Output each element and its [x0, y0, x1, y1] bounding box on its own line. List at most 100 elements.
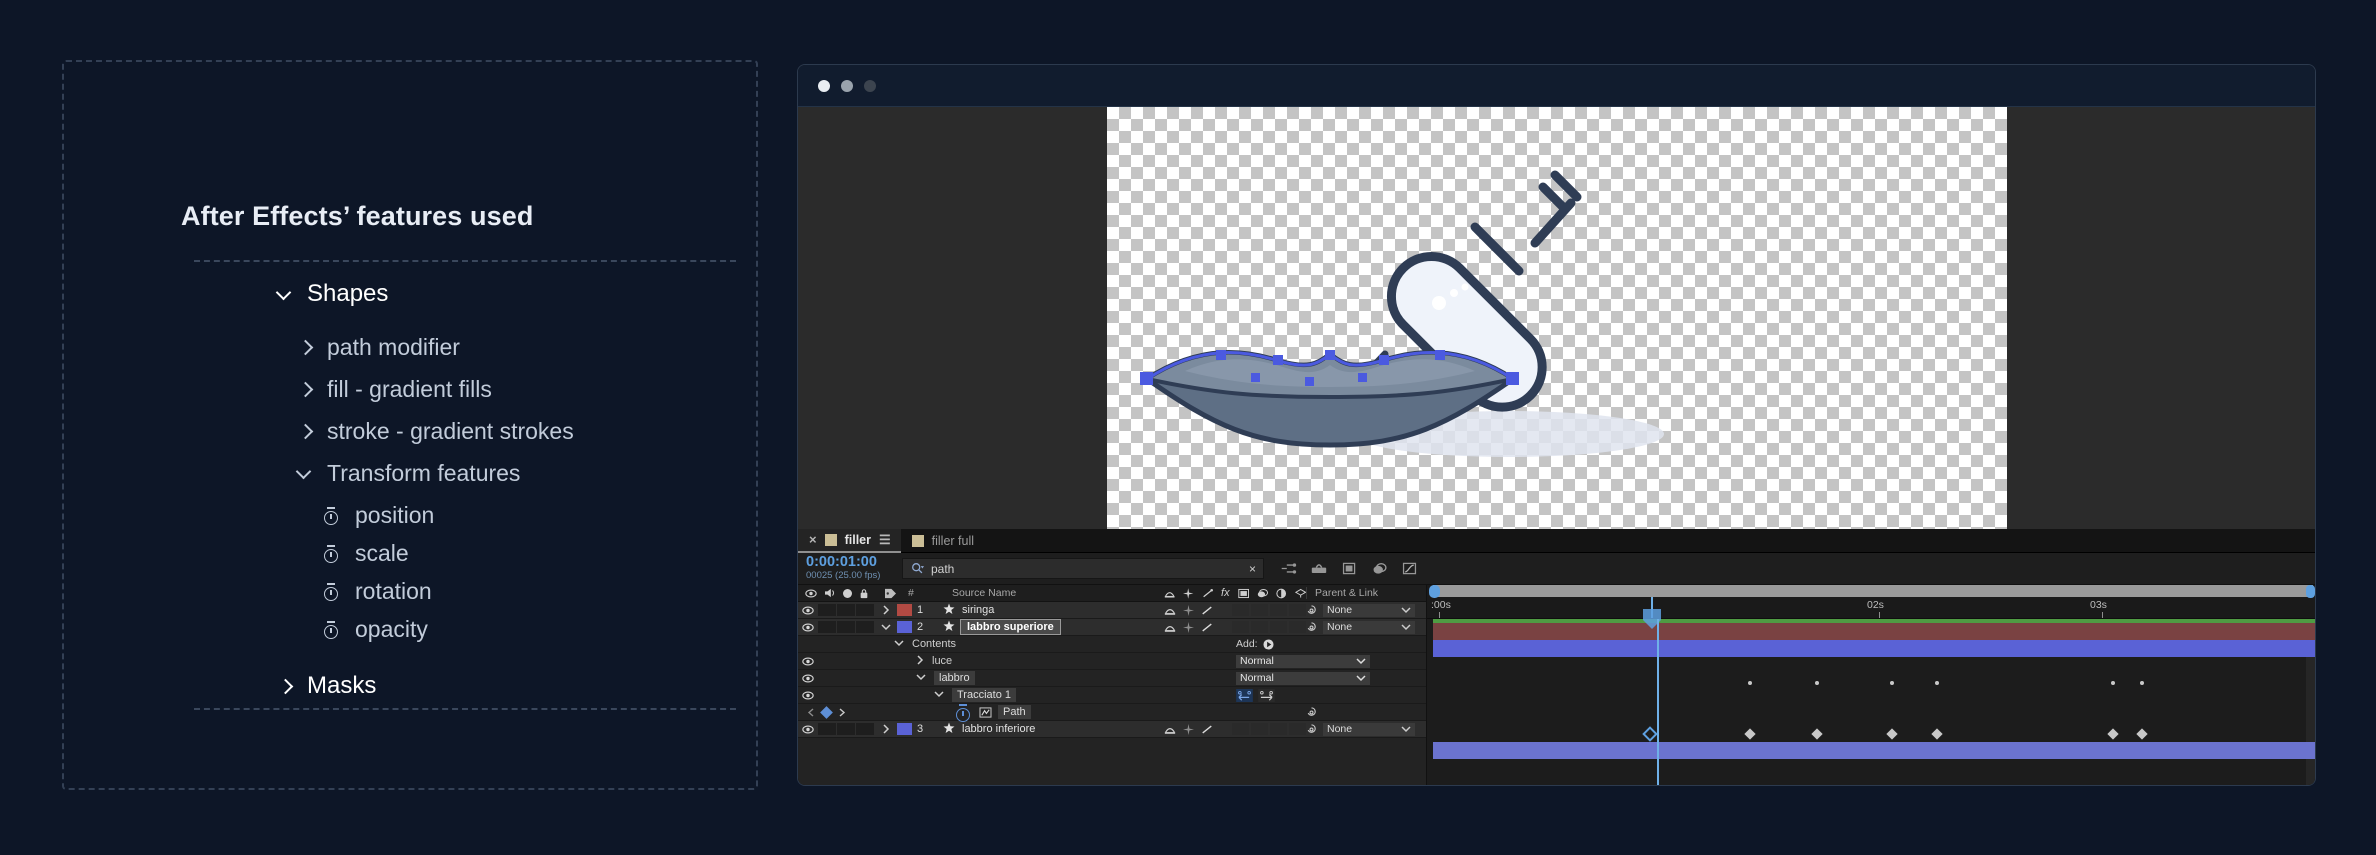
- property-twirl[interactable]: [934, 689, 944, 701]
- stopwatch-icon[interactable]: [322, 506, 341, 525]
- parent-select[interactable]: None: [1323, 604, 1415, 617]
- layer-duration-bar[interactable]: [1433, 640, 2315, 657]
- menu-icon[interactable]: ☰: [879, 532, 890, 548]
- close-icon[interactable]: ×: [809, 532, 817, 547]
- property-visibility-toggle[interactable]: [798, 691, 818, 700]
- lock-toggle[interactable]: [856, 604, 874, 616]
- chevron-down-icon[interactable]: [1356, 674, 1366, 682]
- solo-toggle[interactable]: [837, 723, 855, 735]
- add-control[interactable]: Add:: [1236, 638, 1426, 650]
- tree-item-masks[interactable]: Masks: [276, 672, 376, 700]
- motion-blur-icon[interactable]: [1310, 561, 1328, 576]
- layer-label-color[interactable]: [897, 723, 912, 735]
- layer-duration-bar[interactable]: [1433, 623, 2315, 640]
- keyframe-marker[interactable]: [1811, 728, 1822, 739]
- property-control[interactable]: [1236, 689, 1426, 702]
- pickwhip-icon[interactable]: [1306, 724, 1317, 735]
- layer-row[interactable]: 1siringaNone: [798, 602, 1426, 619]
- composition-canvas[interactable]: [1107, 107, 2007, 529]
- keyframe-marker[interactable]: [1890, 681, 1894, 685]
- pickwhip-icon[interactable]: [1306, 707, 1317, 718]
- blend-mode-select[interactable]: Normal: [1236, 672, 1370, 685]
- keyframe-marker[interactable]: [1744, 728, 1755, 739]
- prev-keyframe-icon[interactable]: [807, 708, 815, 717]
- current-timecode[interactable]: 0:00:01:00 00025 (25.00 fps): [798, 555, 902, 582]
- tree-item-transform-features[interactable]: Transform features: [296, 460, 520, 487]
- chevron-down-icon[interactable]: [296, 465, 313, 482]
- shy-layers-icon[interactable]: [1371, 561, 1388, 576]
- quality-icon[interactable]: [1183, 605, 1194, 616]
- chevron-right-icon[interactable]: [882, 724, 890, 734]
- audio-toggle[interactable]: [818, 621, 836, 633]
- property-row[interactable]: Tracciato 1: [798, 687, 1426, 704]
- layer-visibility-toggle[interactable]: [798, 623, 818, 632]
- lock-toggle[interactable]: [856, 621, 874, 633]
- layer-twirl[interactable]: [875, 724, 897, 734]
- effects-icon[interactable]: [1201, 622, 1213, 633]
- chevron-right-icon[interactable]: [296, 423, 313, 440]
- collapse-transform-icon[interactable]: [1164, 724, 1176, 735]
- chevron-down-icon[interactable]: [1401, 623, 1411, 631]
- stopwatch-icon[interactable]: [322, 582, 341, 601]
- comp-flowchart-icon[interactable]: [1280, 561, 1297, 576]
- search-input[interactable]: path ×: [902, 558, 1264, 579]
- parent-select[interactable]: None: [1323, 621, 1415, 634]
- eye-icon[interactable]: [802, 623, 814, 632]
- work-area-start-handle[interactable]: [1429, 585, 1440, 598]
- solo-toggle[interactable]: [837, 621, 855, 633]
- audio-toggle[interactable]: [818, 723, 836, 735]
- layer-visibility-toggle[interactable]: [798, 725, 818, 734]
- chevron-down-icon[interactable]: [276, 286, 293, 303]
- property-row[interactable]: Path: [798, 704, 1426, 721]
- layer-twirl[interactable]: [875, 623, 897, 631]
- layer-name[interactable]: labbro superiore: [960, 619, 1164, 635]
- property-name-cell[interactable]: luce: [872, 655, 1236, 668]
- layer-name-edit-field[interactable]: labbro superiore: [960, 619, 1061, 635]
- stopwatch-icon[interactable]: [322, 544, 341, 563]
- property-visibility-toggle[interactable]: [798, 674, 818, 683]
- layer-switches[interactable]: [1164, 622, 1232, 633]
- keyframe-marker[interactable]: [1887, 728, 1898, 739]
- solo-toggle[interactable]: [837, 604, 855, 616]
- contents-row[interactable]: ContentsAdd:: [798, 636, 1426, 653]
- layer-parent[interactable]: None: [1306, 604, 1426, 617]
- tree-item-fill-gradient-fills[interactable]: fill - gradient fills: [296, 376, 492, 403]
- property-name-cell[interactable]: Path: [872, 703, 1116, 722]
- layer-parent[interactable]: None: [1306, 621, 1426, 634]
- chevron-right-icon[interactable]: [276, 678, 293, 695]
- layer-visibility-toggle[interactable]: [798, 606, 818, 615]
- property-control[interactable]: Normal: [1236, 655, 1426, 668]
- tree-item-stroke-gradient-strokes[interactable]: stroke - gradient strokes: [296, 418, 574, 445]
- blend-mode-select[interactable]: Normal: [1236, 655, 1370, 668]
- layer-row[interactable]: 2labbro superioreNone: [798, 619, 1426, 636]
- layer-name[interactable]: labbro inferiore: [960, 723, 1164, 735]
- tree-item-scale[interactable]: scale: [322, 540, 409, 567]
- chevron-right-icon[interactable]: [882, 605, 890, 615]
- quality-icon[interactable]: [1183, 622, 1194, 633]
- playhead-ruler[interactable]: [1651, 597, 1653, 618]
- property-name-cell[interactable]: labbro: [872, 671, 1236, 685]
- window-dot-3[interactable]: [864, 80, 876, 92]
- time-ruler[interactable]: :00s 02s 03s: [1427, 585, 2315, 619]
- tree-item-rotation[interactable]: rotation: [322, 578, 432, 605]
- keyframe-marker[interactable]: [1748, 681, 1752, 685]
- current-keyframe-marker[interactable]: [1642, 726, 1658, 742]
- keyframe-toggle-icon[interactable]: [820, 706, 833, 719]
- effects-icon[interactable]: [1201, 605, 1213, 616]
- graph-editor-set-icon[interactable]: [979, 707, 992, 718]
- window-dot-1[interactable]: [818, 80, 830, 92]
- parent-select[interactable]: None: [1323, 723, 1415, 736]
- eye-icon[interactable]: [802, 606, 814, 615]
- next-keyframe-icon[interactable]: [838, 708, 846, 717]
- keyframe-navigator[interactable]: [798, 708, 872, 717]
- collapse-transform-icon[interactable]: [1164, 622, 1176, 633]
- window-dot-2[interactable]: [841, 80, 853, 92]
- keyframe-marker[interactable]: [2136, 728, 2147, 739]
- pickwhip-icon[interactable]: [1306, 622, 1317, 633]
- clear-search-icon[interactable]: ×: [1249, 562, 1256, 576]
- quality-icon[interactable]: [1183, 724, 1194, 735]
- chevron-down-icon[interactable]: [934, 690, 944, 698]
- layer-row[interactable]: 3labbro inferioreNone: [798, 721, 1426, 738]
- graph-editor-icon[interactable]: [1401, 561, 1418, 576]
- keyframe-row-path[interactable]: [1433, 725, 2315, 742]
